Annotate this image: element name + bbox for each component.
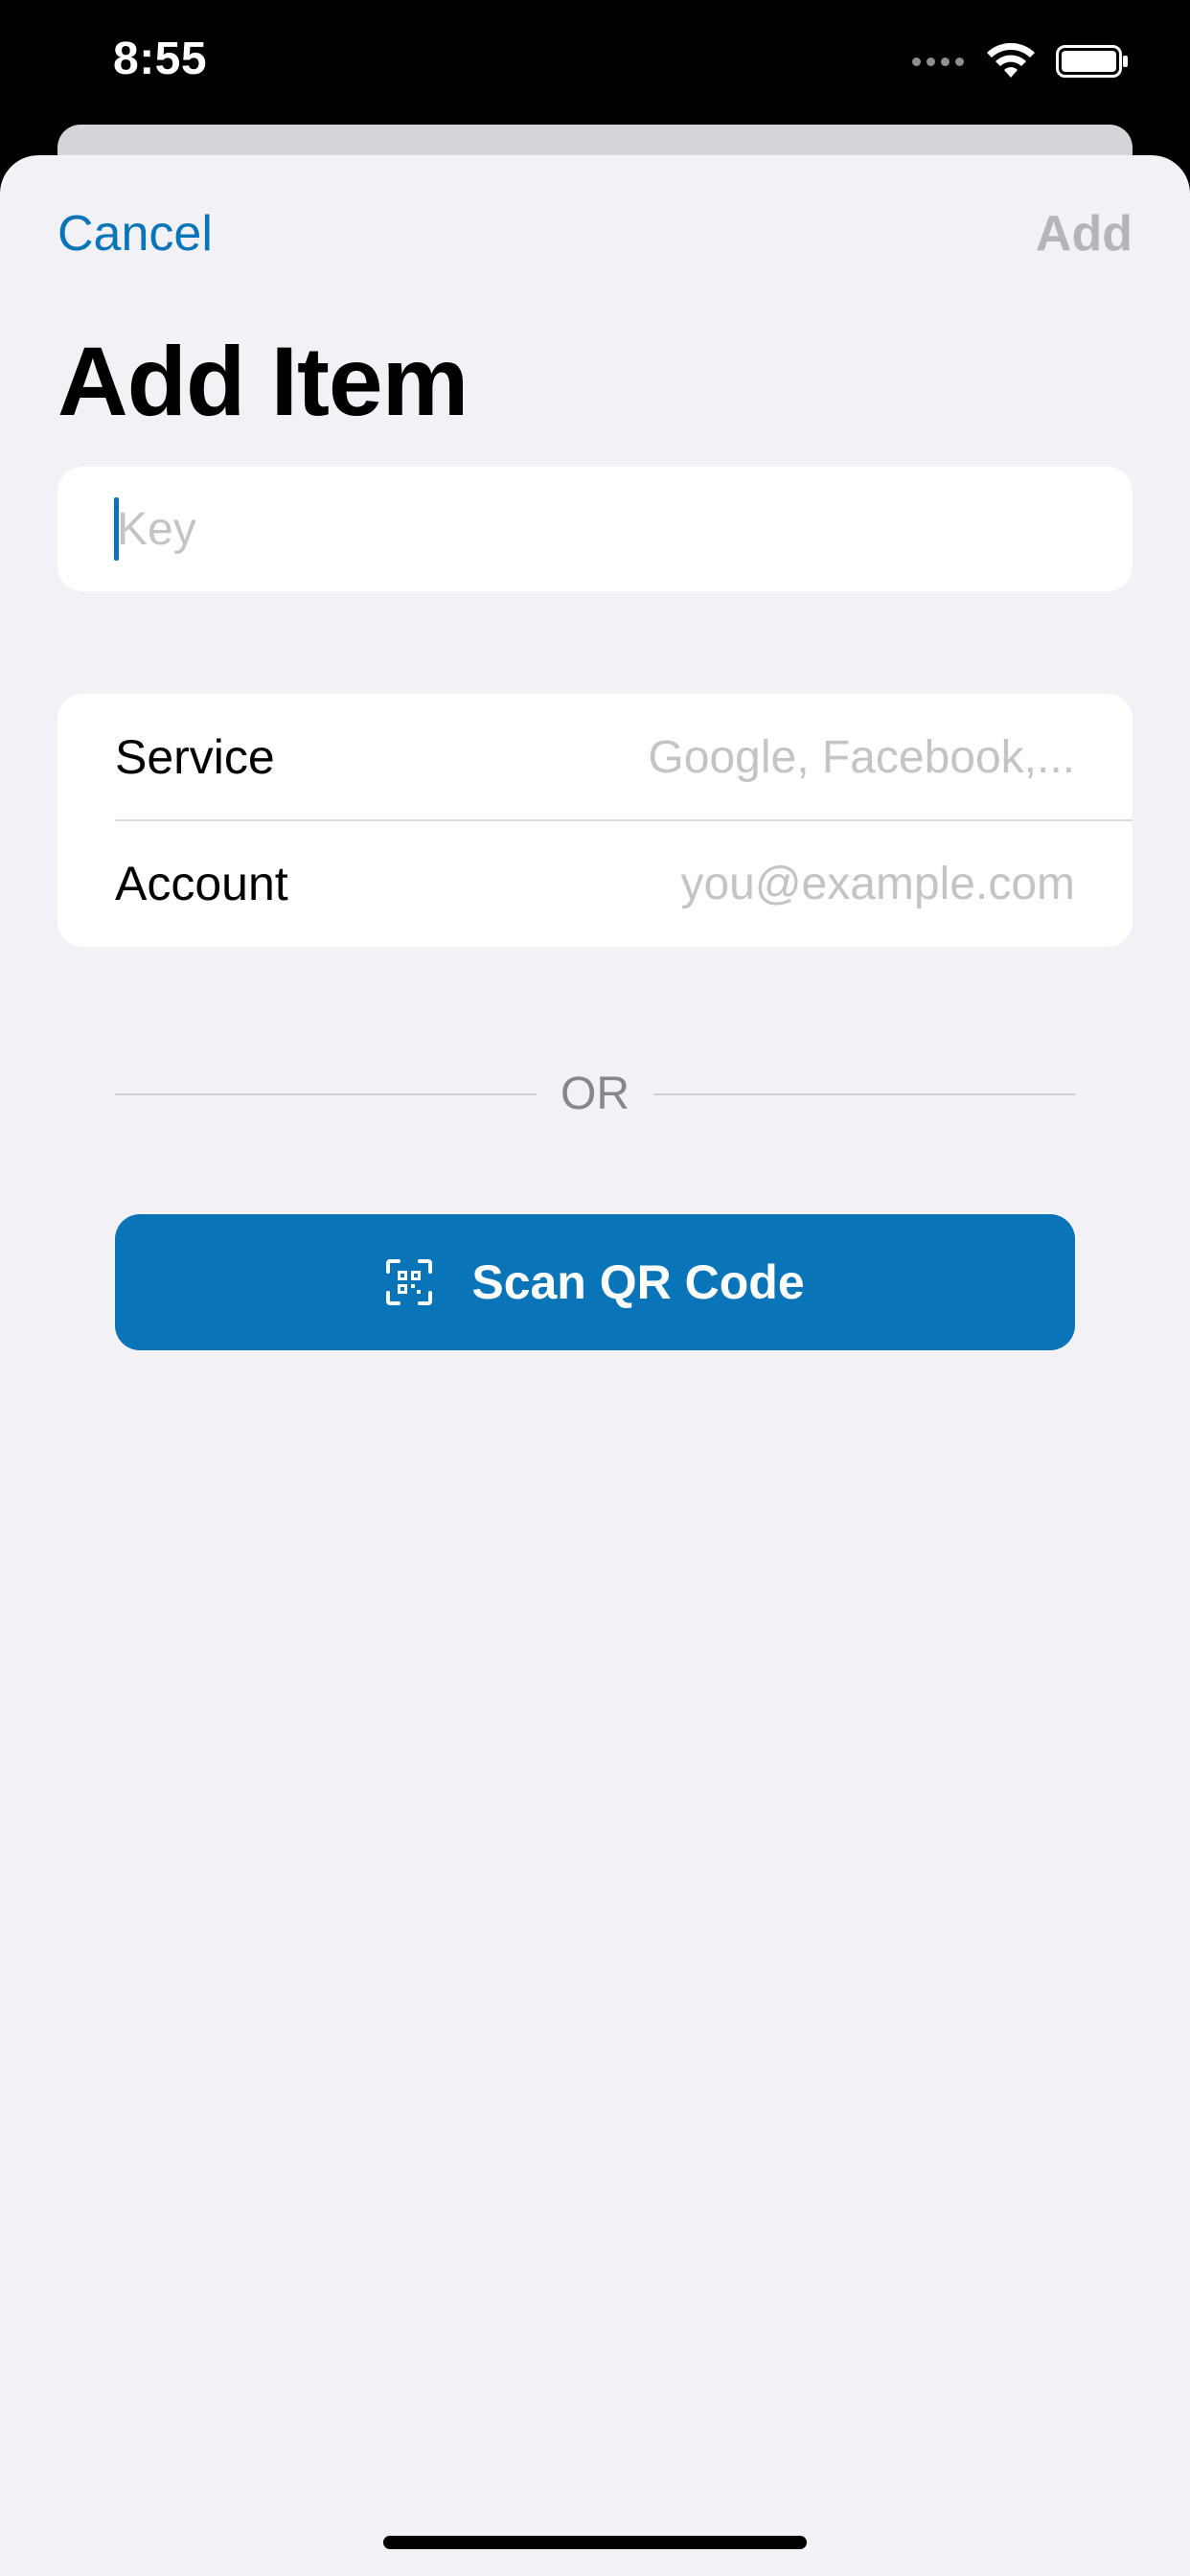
service-label: Service	[115, 730, 275, 784]
page-title: Add Item	[57, 327, 469, 436]
status-time: 8:55	[113, 34, 208, 84]
key-field[interactable]	[57, 467, 1133, 591]
account-row[interactable]: Account	[115, 820, 1075, 947]
scan-qr-code-button[interactable]: Scan QR Code	[115, 1214, 1075, 1350]
home-indicator[interactable]	[383, 2536, 807, 2549]
account-label: Account	[115, 857, 288, 910]
status-bar: 8:55	[0, 0, 1190, 125]
or-separator: OR	[115, 1066, 1075, 1123]
wifi-icon	[987, 43, 1035, 78]
signal-icon	[912, 57, 964, 66]
scan-button-label: Scan QR Code	[471, 1255, 805, 1309]
add-item-sheet: Cancel Add Add Item Service Account OR	[0, 155, 1190, 2576]
battery-icon	[1056, 45, 1128, 78]
key-input[interactable]	[117, 467, 1075, 591]
service-input[interactable]	[538, 730, 1075, 784]
qr-code-scan-icon	[386, 1259, 433, 1305]
service-row[interactable]: Service	[115, 694, 1075, 820]
cancel-button[interactable]: Cancel	[57, 205, 213, 263]
add-button[interactable]: Add	[1036, 205, 1133, 263]
status-icons	[912, 42, 1129, 80]
separator-line-right	[653, 1093, 1075, 1095]
details-form: Service Account	[57, 694, 1133, 947]
account-input[interactable]	[538, 857, 1075, 910]
